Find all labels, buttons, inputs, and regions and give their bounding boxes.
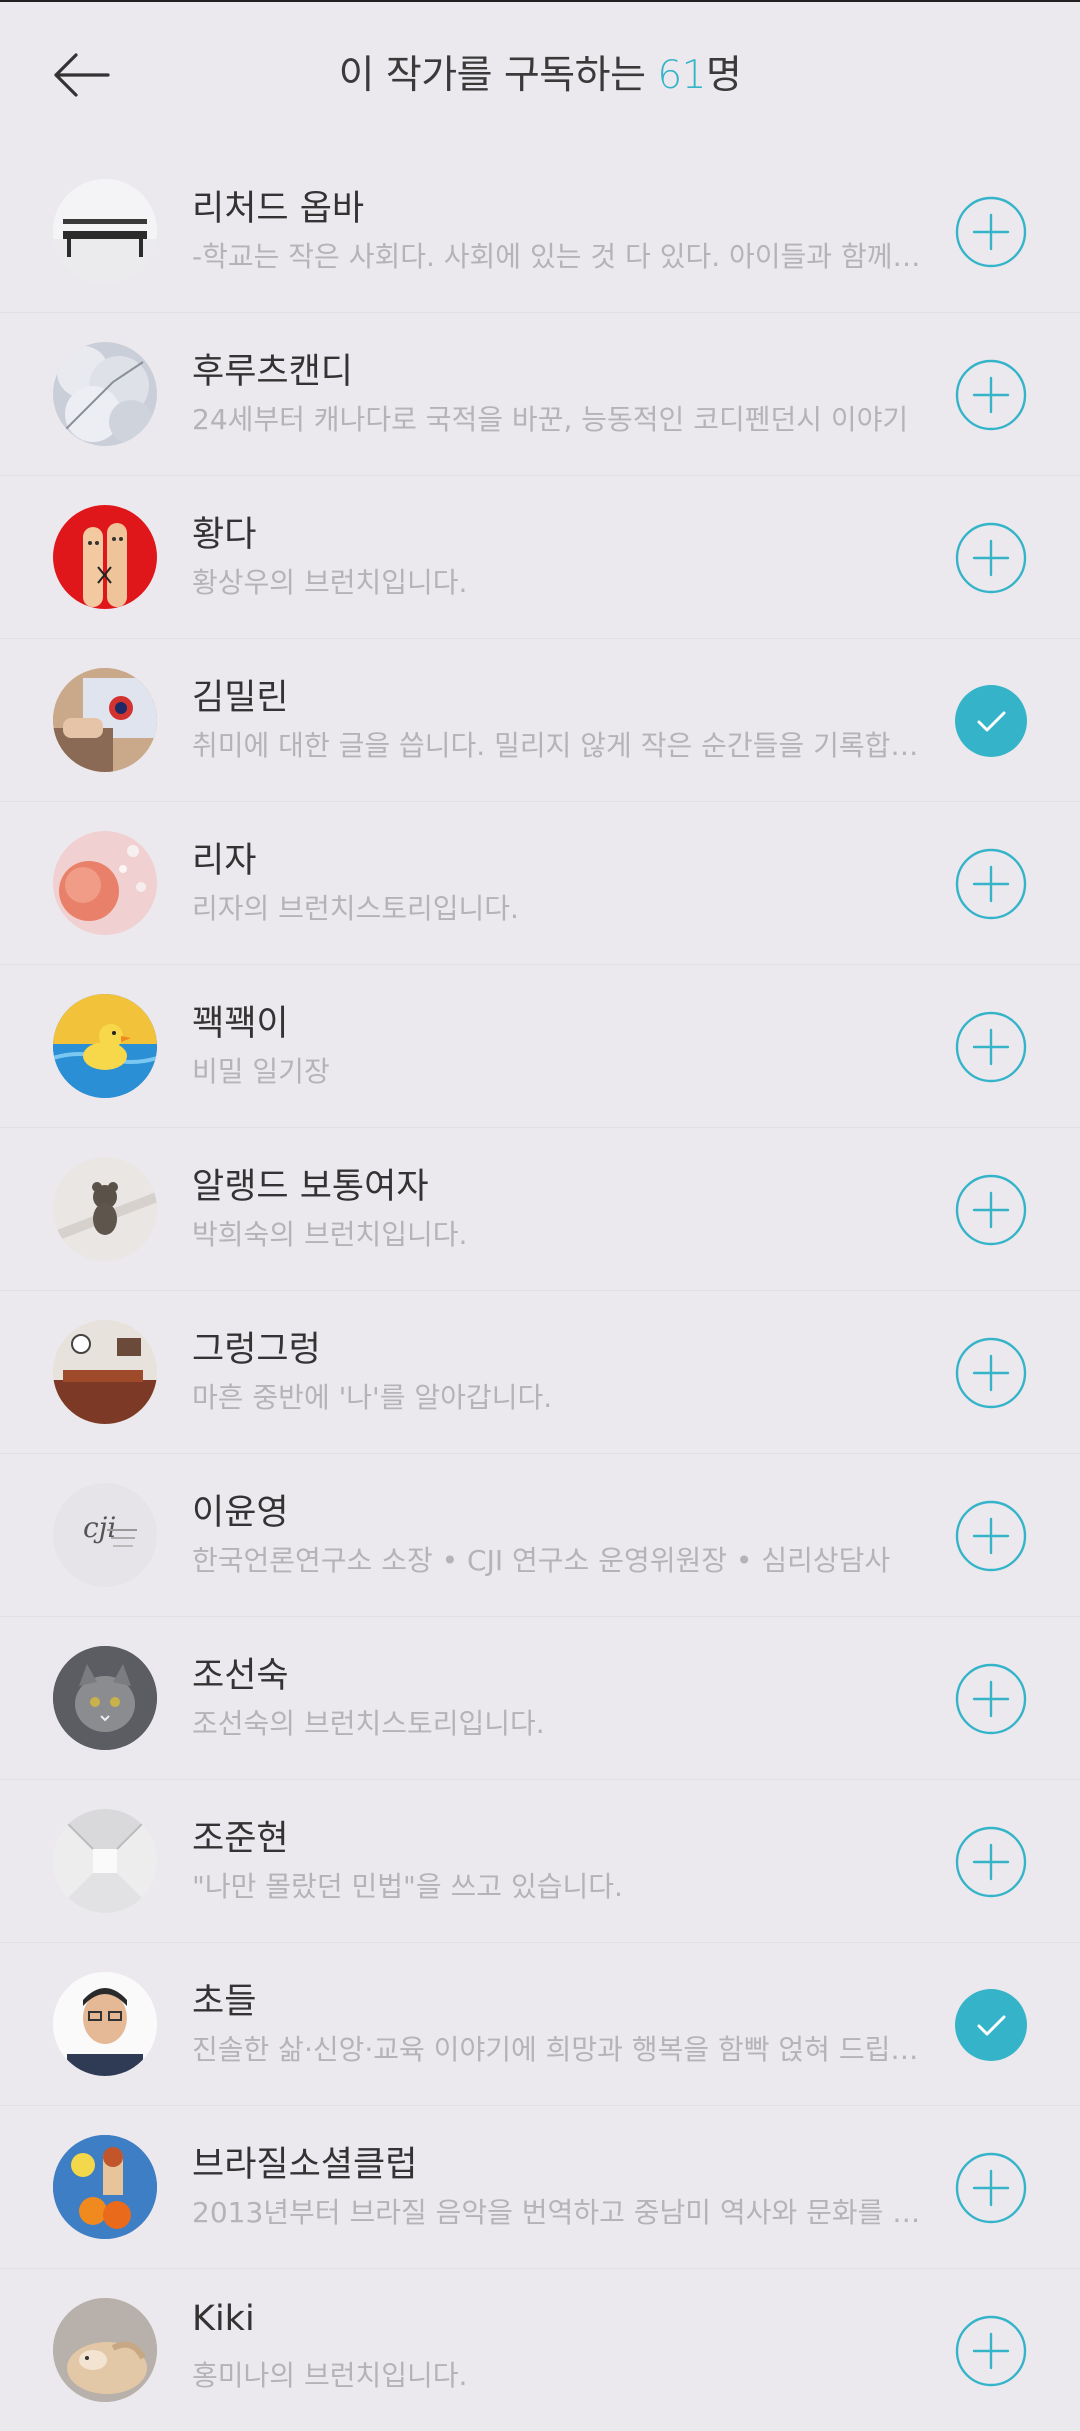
plus-circle-icon — [955, 1011, 1027, 1083]
avatar[interactable] — [53, 994, 157, 1098]
writer-description: 24세부터 캐나다로 국적을 바꾼, 능동적인 코디펜던시 이야기 — [192, 403, 909, 436]
writer-description: -학교는 작은 사회다. 사회에 있는 것 다 있다. 아이들과 함께하는 이야… — [192, 240, 922, 273]
subscribed-button[interactable] — [955, 685, 1027, 757]
back-button[interactable] — [48, 42, 114, 108]
list-item[interactable]: 꽥꽥이비밀 일기장 — [0, 965, 1080, 1128]
check-circle-icon — [955, 685, 1027, 757]
writer-name: 황다 — [192, 515, 257, 555]
writer-description: 리자의 브런치스토리입니다. — [192, 892, 519, 925]
subscribed-button[interactable] — [955, 1989, 1027, 2061]
page-title: 이 작가를 구독하는 61명 — [0, 44, 1080, 100]
list-item[interactable]: 황다황상우의 브런치입니다. — [0, 476, 1080, 639]
avatar[interactable] — [53, 2298, 157, 2402]
writer-description: 비밀 일기장 — [192, 1055, 330, 1088]
svg-text:cji: cji — [83, 1511, 116, 1544]
plus-circle-icon — [955, 359, 1027, 431]
avatar[interactable] — [53, 1809, 157, 1913]
writer-description: 한국언론연구소 소장 • CJI 연구소 운영위원장 • 심리상담사 — [192, 1544, 891, 1577]
avatar[interactable] — [53, 179, 157, 283]
subscribe-button[interactable] — [955, 1500, 1027, 1572]
subscribe-button[interactable] — [955, 1826, 1027, 1898]
subscribe-button[interactable] — [955, 2315, 1027, 2387]
subscribe-button[interactable] — [955, 1174, 1027, 1246]
writer-description: 2013년부터 브라질 음악을 번역하고 중남미 역사와 문화를 소개합니다 — [192, 2196, 922, 2229]
title-prefix: 이 작가를 구독하는 — [338, 53, 658, 98]
list-item[interactable]: 리자리자의 브런치스토리입니다. — [0, 802, 1080, 965]
list-item[interactable]: 리처드 옵바 -학교는 작은 사회다. 사회에 있는 것 다 있다. 아이들과 함… — [0, 150, 1080, 313]
writer-description: 진솔한 삶·신앙·교육 이야기에 희망과 행복을 함빡 얹혀 드립니다 — [192, 2033, 922, 2066]
avatar[interactable]: cji — [53, 1483, 157, 1587]
subscribe-button[interactable] — [955, 1337, 1027, 1409]
subscribe-button[interactable] — [955, 522, 1027, 594]
writer-name: Kiki — [192, 2299, 255, 2339]
writer-name: 후루츠캔디 — [192, 352, 354, 392]
header: 이 작가를 구독하는 61명 — [0, 0, 1080, 150]
writer-description: 홍미나의 브런치입니다. — [192, 2359, 468, 2392]
list-item[interactable]: 그렁그렁마흔 중반에 '나'를 알아갑니다. — [0, 1291, 1080, 1454]
writer-name: 꽥꽥이 — [192, 1004, 289, 1044]
list-item[interactable]: 김밀린취미에 대한 글을 씁니다. 밀리지 않게 작은 순간들을 기록합니다 — [0, 639, 1080, 802]
list-item[interactable]: 알랭드 보통여자박희숙의 브런치입니다. — [0, 1128, 1080, 1291]
avatar[interactable] — [53, 668, 157, 772]
writer-name: 조선숙 — [192, 1656, 289, 1696]
writer-name: 리처드 옵바 — [192, 189, 365, 229]
writer-description: 취미에 대한 글을 씁니다. 밀리지 않게 작은 순간들을 기록합니다 — [192, 729, 922, 762]
writer-name: 그렁그렁 — [192, 1330, 321, 1370]
plus-circle-icon — [955, 1337, 1027, 1409]
plus-circle-icon — [955, 196, 1027, 268]
title-suffix: 명 — [705, 53, 742, 98]
writer-name: 리자 — [192, 841, 257, 881]
avatar[interactable] — [53, 505, 157, 609]
subscribe-button[interactable] — [955, 848, 1027, 920]
avatar[interactable] — [53, 1972, 157, 2076]
plus-circle-icon — [955, 2315, 1027, 2387]
list-item[interactable]: 브라질소셜클럽 2013년부터 브라질 음악을 번역하고 중남미 역사와 문화를 … — [0, 2106, 1080, 2269]
subscribe-button[interactable] — [955, 196, 1027, 268]
writer-name: 이윤영 — [192, 1493, 289, 1533]
plus-circle-icon — [955, 1663, 1027, 1735]
writer-name: 김밀린 — [192, 678, 289, 718]
subscribe-button[interactable] — [955, 1663, 1027, 1735]
plus-circle-icon — [955, 2152, 1027, 2224]
subscribe-button[interactable] — [955, 2152, 1027, 2224]
avatar[interactable] — [53, 1320, 157, 1424]
list-item[interactable]: 초들진솔한 삶·신앙·교육 이야기에 희망과 행복을 함빡 얹혀 드립니다 — [0, 1943, 1080, 2106]
list-item[interactable]: 조선숙조선숙의 브런치스토리입니다. — [0, 1617, 1080, 1780]
writer-description: 박희숙의 브런치입니다. — [192, 1218, 468, 1251]
writer-description: 마흔 중반에 '나'를 알아갑니다. — [192, 1381, 553, 1414]
avatar[interactable] — [53, 342, 157, 446]
avatar[interactable] — [53, 1157, 157, 1261]
plus-circle-icon — [955, 848, 1027, 920]
writer-description: 조선숙의 브런치스토리입니다. — [192, 1707, 545, 1740]
subscriber-list: 리처드 옵바 -학교는 작은 사회다. 사회에 있는 것 다 있다. 아이들과 함… — [0, 150, 1080, 2431]
list-item[interactable]: Kiki 홍미나의 브런치입니다. — [0, 2269, 1080, 2431]
plus-circle-icon — [955, 522, 1027, 594]
plus-circle-icon — [955, 1500, 1027, 1572]
plus-circle-icon — [955, 1826, 1027, 1898]
list-item[interactable]: cji 이윤영한국언론연구소 소장 • CJI 연구소 운영위원장 • 심리상담… — [0, 1454, 1080, 1617]
avatar[interactable] — [53, 1646, 157, 1750]
writer-name: 브라질소셜클럽 — [192, 2145, 418, 2185]
writer-name: 초들 — [192, 1982, 257, 2022]
list-item[interactable]: 후루츠캔디 24세부터 캐나다로 국적을 바꾼, 능동적인 코디펜던시 이야기 — [0, 313, 1080, 476]
subscribe-button[interactable] — [955, 1011, 1027, 1083]
avatar[interactable] — [53, 831, 157, 935]
subscribe-button[interactable] — [955, 359, 1027, 431]
plus-circle-icon — [955, 1174, 1027, 1246]
back-arrow-icon — [54, 53, 110, 97]
check-circle-icon — [955, 1989, 1027, 2061]
avatar[interactable] — [53, 2135, 157, 2239]
writer-description: 황상우의 브런치입니다. — [192, 566, 468, 599]
list-item[interactable]: 조준현 "나만 몰랐던 민법"을 쓰고 있습니다. — [0, 1780, 1080, 1943]
writer-description: "나만 몰랐던 민법"을 쓰고 있습니다. — [192, 1870, 623, 1903]
subscriber-count: 61 — [657, 53, 706, 98]
writer-name: 조준현 — [192, 1819, 289, 1859]
writer-name: 알랭드 보통여자 — [192, 1167, 429, 1207]
